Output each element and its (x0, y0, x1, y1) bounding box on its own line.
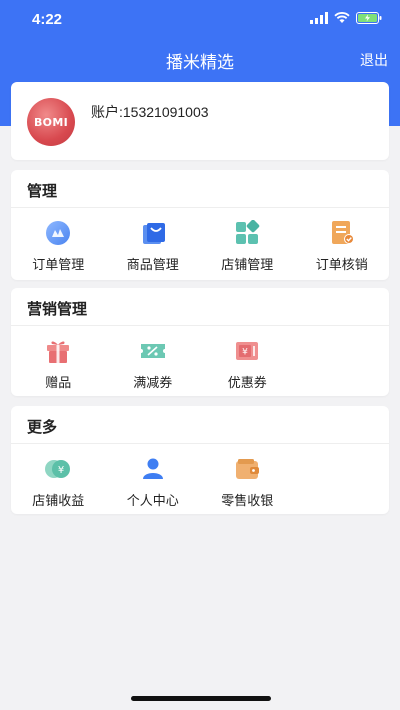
avatar-text: BOMI (34, 115, 68, 129)
coins-icon: ¥ (44, 456, 72, 482)
navbar: 播米精选 退出 (0, 40, 400, 80)
store-grid-icon (233, 220, 261, 246)
section-title: 更多 (11, 406, 389, 444)
menu-item-label: 零售收银 (221, 493, 274, 508)
menu-item-retail-cashier[interactable]: 零售收银 (200, 444, 295, 516)
menu-item-label: 满减券 (133, 375, 173, 390)
menu-item-label: 商品管理 (126, 257, 179, 272)
menu-item-label: 店铺收益 (32, 493, 85, 508)
person-icon (139, 456, 167, 482)
account-number: 账户:15321091003 (91, 104, 209, 120)
section-management: 管理 订单管理 商品管理 店铺管理 订单核销 (11, 170, 389, 280)
wifi-icon (334, 12, 350, 23)
home-indicator (131, 696, 271, 701)
status-icons (310, 12, 382, 24)
goods-bag-icon (139, 220, 167, 246)
menu-item-gift[interactable]: 赠品 (11, 326, 106, 398)
menu-item-discount-ticket[interactable]: 满减券 (106, 326, 201, 398)
discount-ticket-icon (139, 338, 167, 364)
section-title: 营销管理 (11, 288, 389, 326)
battery-icon (356, 12, 382, 24)
menu-item-order-verify[interactable]: 订单核销 (295, 208, 390, 280)
menu-item-store-earnings[interactable]: ¥ 店铺收益 (11, 444, 106, 516)
section-title: 管理 (11, 170, 389, 208)
menu-item-goods-management[interactable]: 商品管理 (106, 208, 201, 280)
section-more: 更多 ¥ 店铺收益 个人中心 零售收银 (11, 406, 389, 514)
menu-item-order-management[interactable]: 订单管理 (11, 208, 106, 280)
order-icon (44, 220, 72, 246)
svg-text:¥: ¥ (58, 465, 64, 476)
status-time: 4:22 (32, 11, 63, 28)
page-title: 播米精选 (166, 53, 234, 72)
wallet-icon (233, 456, 261, 482)
status-bar: 4:22 (0, 0, 400, 40)
menu-item-label: 个人中心 (126, 493, 179, 508)
coupon-icon: ¥ (233, 338, 261, 364)
menu-item-store-management[interactable]: 店铺管理 (200, 208, 295, 280)
svg-text:¥: ¥ (242, 348, 248, 358)
menu-item-label: 赠品 (45, 375, 72, 390)
account-card: BOMI 账户:15321091003 (11, 82, 389, 160)
menu-item-label: 优惠券 (227, 375, 267, 390)
menu-item-label: 订单管理 (32, 257, 85, 272)
signal-icon (310, 12, 328, 24)
logout-button[interactable]: 退出 (360, 50, 388, 70)
menu-item-coupon[interactable]: ¥ 优惠券 (200, 326, 295, 398)
menu-item-personal-center[interactable]: 个人中心 (106, 444, 201, 516)
menu-item-label: 订单核销 (315, 257, 368, 272)
section-marketing: 营销管理 赠品 满减券 ¥ 优惠券 (11, 288, 389, 396)
avatar[interactable]: BOMI (27, 98, 75, 146)
gift-icon (44, 338, 72, 364)
order-verify-icon (328, 220, 356, 246)
menu-item-label: 店铺管理 (221, 257, 274, 272)
